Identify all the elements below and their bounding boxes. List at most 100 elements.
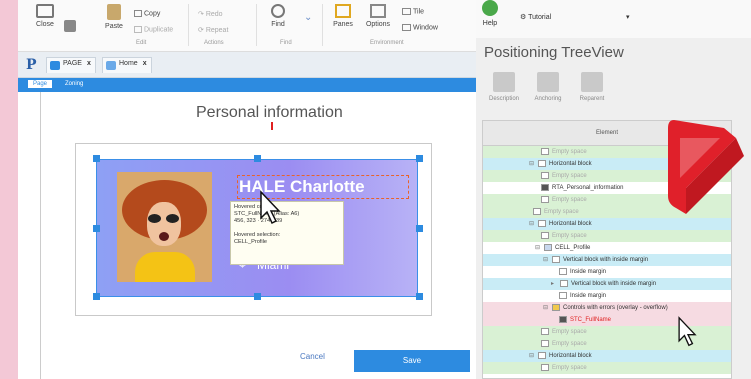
copy-button[interactable]: Copy xyxy=(134,10,160,17)
duplicate-button[interactable]: Duplicate xyxy=(134,26,173,33)
reparent-button[interactable]: Reparent xyxy=(568,72,616,102)
group-label-find: Find xyxy=(280,40,292,46)
expand-icon[interactable]: ▸ xyxy=(551,278,558,290)
printer-icon[interactable] xyxy=(64,6,78,32)
chevron-down-icon[interactable]: ▾ xyxy=(626,13,630,21)
margin-guide xyxy=(40,92,41,379)
tab-page-mode[interactable]: Page xyxy=(28,80,53,88)
tab-page[interactable]: PAGE x xyxy=(46,57,96,73)
resize-handle[interactable] xyxy=(416,155,423,162)
horizontal-block-icon xyxy=(538,351,546,359)
tree-row[interactable]: ⊟ Controls with errors (overlay - overflo… xyxy=(483,302,731,314)
red-arrow-logo-icon xyxy=(668,120,744,214)
anchoring-button[interactable]: Anchoring xyxy=(524,72,572,102)
photo-glasses xyxy=(148,214,180,223)
resize-handle[interactable] xyxy=(93,225,100,232)
repeat-icon: ⟳ xyxy=(198,27,206,34)
photo-body xyxy=(135,252,195,282)
redo-button[interactable]: ↷ Redo xyxy=(198,10,223,18)
chevron-down-icon[interactable]: ⌄ xyxy=(304,12,312,23)
tree-row-label: Horizontal block xyxy=(549,161,592,167)
empty-space-icon xyxy=(541,195,549,203)
tile-button[interactable]: Tile xyxy=(402,8,424,15)
horizontal-block-icon xyxy=(538,219,546,227)
tab-zoning-mode[interactable]: Zoning xyxy=(60,80,88,88)
window-button[interactable]: Window xyxy=(402,24,438,31)
empty-space-icon xyxy=(541,339,549,347)
collapse-icon[interactable]: ⊟ xyxy=(535,242,542,254)
duplicate-icon xyxy=(134,26,142,33)
app-window: Close Paste Copy Duplicate Edit ↷ Redo ⟳… xyxy=(0,0,751,379)
panes-icon xyxy=(335,4,351,18)
empty-space-icon xyxy=(541,147,549,155)
collapse-icon[interactable]: ⊟ xyxy=(543,254,550,266)
right-panel-toolbar: Help ⚙ Tutorial ▾ xyxy=(476,0,751,38)
tree-row[interactable]: ▸ Vertical block with inside margin xyxy=(483,278,731,290)
resize-handle[interactable] xyxy=(254,155,261,162)
tree-row-label: Empty space xyxy=(544,209,579,215)
resize-handle[interactable] xyxy=(416,293,423,300)
text-control-icon xyxy=(541,183,549,191)
collapse-icon[interactable]: ⊟ xyxy=(529,158,536,170)
options-button[interactable]: Options xyxy=(364,4,392,28)
reparent-icon xyxy=(581,72,603,92)
page-editor[interactable]: Personal information HALE Charlotte ♀ ▦2… xyxy=(18,92,476,379)
resize-handle[interactable] xyxy=(254,293,261,300)
tree-row-label: Empty space xyxy=(552,173,587,179)
profile-photo[interactable] xyxy=(117,172,212,282)
tree-row[interactable]: ⊟ Horizontal block xyxy=(483,350,731,362)
tree-row-label: Empty space xyxy=(552,197,587,203)
resize-handle[interactable] xyxy=(416,225,423,232)
horizontal-block-icon xyxy=(538,159,546,167)
margin-icon xyxy=(559,291,567,299)
tile-icon xyxy=(402,8,411,15)
save-button[interactable]: Save xyxy=(354,350,470,372)
tooltip-line: CELL_Profile xyxy=(234,238,267,245)
find-button[interactable]: Find xyxy=(266,4,290,28)
tree-row[interactable]: ⊟ Horizontal block xyxy=(483,218,731,230)
page-title[interactable]: Personal information xyxy=(196,104,343,122)
resize-handle[interactable] xyxy=(93,293,100,300)
paste-button[interactable]: Paste xyxy=(100,4,128,30)
mouse-cursor-icon xyxy=(260,190,281,225)
close-tab-icon[interactable]: x xyxy=(143,60,147,67)
copy-icon xyxy=(134,10,142,17)
panes-button[interactable]: Panes xyxy=(330,4,356,28)
tree-row-label: Empty space xyxy=(552,365,587,371)
photo-mouth xyxy=(159,232,169,241)
collapse-icon[interactable]: ⊟ xyxy=(529,218,536,230)
vertical-block-icon xyxy=(560,279,568,287)
tree-row-label: Empty space xyxy=(552,233,587,239)
tree-row[interactable]: Empty space xyxy=(483,230,731,242)
gear-icon: ⚙ xyxy=(520,14,529,21)
resize-handle[interactable] xyxy=(93,155,100,162)
tree-row-label: Controls with errors (overlay - overflow… xyxy=(563,305,668,311)
tree-row[interactable]: Inside margin xyxy=(483,290,731,302)
group-label-edit: Edit xyxy=(136,40,147,46)
tree-row[interactable]: Empty space xyxy=(483,362,731,374)
tree-row[interactable]: ⊟ CELL_Profile xyxy=(483,242,731,254)
cancel-button[interactable]: Cancel xyxy=(300,352,325,361)
ribbon-divider xyxy=(188,4,189,46)
margin-icon xyxy=(559,267,567,275)
tutorial-button[interactable]: ⚙ Tutorial xyxy=(520,13,551,21)
tree-row-label: STC_FullName xyxy=(570,317,612,323)
tree-row-label: Horizontal block xyxy=(549,353,592,359)
tab-home[interactable]: Home x xyxy=(102,57,152,73)
collapse-icon[interactable]: ⊟ xyxy=(543,302,550,314)
tree-row-label: Empty space xyxy=(552,329,587,335)
search-icon xyxy=(271,4,285,18)
tree-row-label: Empty space xyxy=(552,149,587,155)
close-tab-icon[interactable]: x xyxy=(87,60,91,67)
repeat-button[interactable]: ⟳ Repeat xyxy=(198,26,228,34)
collapse-icon[interactable]: ⊟ xyxy=(529,350,536,362)
help-button[interactable]: Help xyxy=(482,0,498,27)
tooltip-line: Hovered control: xyxy=(234,204,276,210)
description-button[interactable]: Description xyxy=(480,72,528,102)
tree-row[interactable]: Inside margin xyxy=(483,266,731,278)
tooltip-line: 456, 323 · 274 x 39 xyxy=(234,218,283,225)
ribbon-divider xyxy=(256,4,257,46)
profile-name[interactable]: HALE Charlotte xyxy=(239,177,365,197)
tree-row[interactable]: ⊟ Vertical block with inside margin xyxy=(483,254,731,266)
close-button[interactable]: Close xyxy=(32,4,58,28)
